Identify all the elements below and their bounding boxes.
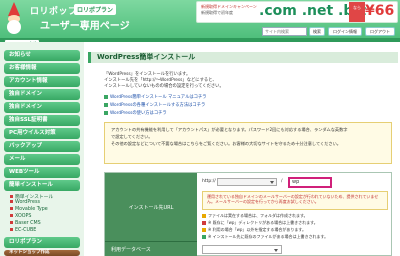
- bullet-icon: [10, 200, 13, 203]
- notice-box: アカウントの共有機能を利用して「アカウントパス」が必要となります。パスワード2回…: [104, 122, 392, 164]
- url-prefix: http://: [202, 179, 216, 184]
- header: ロリポップ! ロリポプラン ユーザー専用ページ 新規取得ドメインキャンペーン 新…: [0, 0, 400, 38]
- database-select[interactable]: [202, 245, 282, 254]
- sidebar-sub-movable-type[interactable]: Movable Type: [10, 207, 48, 212]
- install-url-label: インストール先URL: [105, 173, 197, 243]
- sidebar-item-domain-buy[interactable]: 独自ドメイン: [4, 89, 80, 100]
- promo-price: ¥66: [365, 3, 395, 19]
- url-slash: /: [281, 179, 283, 184]
- sidebar-item-easy-install[interactable]: 簡単インストール: [4, 180, 80, 191]
- sidebar-item-web-tools[interactable]: WEBツール: [4, 167, 80, 178]
- sidebar-sub-basercms[interactable]: Baser CMS: [10, 221, 41, 226]
- check-line: ※ 利用の場合「wp」以外を指定する場合があります。: [202, 227, 306, 233]
- link-arrow-icon: [104, 94, 108, 99]
- bullet-icon: [10, 214, 13, 217]
- login-info-button[interactable]: ログイン情報: [328, 27, 362, 36]
- page-title-banner: ユーザー専用ページ: [40, 21, 130, 32]
- sidebar-item-plan[interactable]: ロリポプラン: [4, 237, 80, 248]
- mascot-icon: [4, 2, 24, 36]
- install-methods-link[interactable]: WordPressの各種インストールする方法はコチラ: [104, 102, 205, 108]
- check-line: ※ インストール先に既存のファイルがある場合は上書きされます。: [202, 234, 328, 240]
- sidebar-item-ssl[interactable]: 独自SSL証明書: [4, 115, 80, 126]
- search-button[interactable]: 検索: [309, 27, 325, 36]
- notice-line: その他の設定などについて不要な場合はこちらをご覧ください。お客様の大切なサイトを…: [111, 141, 341, 146]
- warning-icon: [202, 228, 206, 232]
- sidebar-item-backup[interactable]: バックアップ: [4, 141, 80, 152]
- notice-line: で設定してください。: [111, 134, 153, 139]
- promo-banner[interactable]: 新規取得ドメインキャンペーン 新規取得で初年度 .com .net .biz な…: [196, 1, 398, 23]
- intro-line: インストールしていないものの場合の設定を行ってください。: [104, 84, 224, 89]
- ok-icon: [202, 235, 206, 239]
- check-line: ※ 既存に「wp」ディレクトリがある場合は上書きされます。: [202, 220, 318, 226]
- sidebar: お知らせ お客様情報 アカウント情報 独自ドメイン 独自ドメイン 独自SSL証明…: [0, 42, 84, 256]
- link-arrow-icon: [104, 102, 108, 107]
- main-content: WordPress簡単インストール 「WordPress」をインストールを行いま…: [88, 42, 398, 256]
- notice-line: アカウントの共有機能を利用して「アカウントパス」が必要となります。パスワード2回…: [111, 127, 348, 132]
- manual-link[interactable]: WordPress簡単インストール マニュアルはコチラ: [104, 94, 207, 100]
- bullet-icon: [10, 207, 13, 210]
- sidebar-sub-eccube[interactable]: EC-CUBE: [10, 228, 36, 233]
- error-icon: [202, 221, 206, 225]
- site-search-input[interactable]: [262, 27, 307, 36]
- bullet-icon: [10, 221, 13, 224]
- check-line: ファイルは実在する場合は、フォルダは作成されます。: [202, 213, 308, 219]
- plan-badge: ロリポプラン: [74, 4, 117, 15]
- db-label: 利用データベース: [105, 241, 197, 256]
- usage-link[interactable]: WordPressの使い方はコチラ: [104, 110, 167, 116]
- warning-icon: [202, 214, 206, 218]
- promo-tag: なら: [349, 2, 365, 22]
- domain-select[interactable]: [217, 178, 277, 186]
- sidebar-item-account[interactable]: アカウント情報: [4, 76, 80, 87]
- sidebar-item-customer[interactable]: お客様情報: [4, 63, 80, 74]
- sidebar-sub-easy-install[interactable]: 簡単インストール: [10, 193, 53, 200]
- bullet-icon: [10, 195, 13, 198]
- sidebar-sub-xoops[interactable]: XOOPS: [10, 214, 31, 219]
- sidebar-item-news[interactable]: お知らせ: [4, 50, 80, 61]
- install-form: インストール先URL 利用データベース http:// / wp 運用されている…: [104, 172, 392, 256]
- sidebar-item-domain[interactable]: 独自ドメイン: [4, 102, 80, 113]
- sidebar-item-netshop[interactable]: ネットショップ作成: [4, 250, 80, 256]
- logout-button[interactable]: ログアウト: [365, 27, 395, 36]
- sidebar-item-antivirus[interactable]: PC用ウイルス対策: [4, 128, 80, 139]
- bullet-icon: [10, 228, 13, 231]
- sidebar-item-mail[interactable]: メール: [4, 154, 80, 165]
- link-arrow-icon: [104, 110, 108, 115]
- warning-box: 運用されている独自ドメインのメールサーバーの設定が行われていないため、提供されて…: [202, 191, 388, 210]
- page-title: WordPress簡単インストール: [88, 52, 398, 63]
- promo-line-2: 新規取得で初年度: [201, 10, 233, 15]
- sidebar-sub-wordpress[interactable]: WordPress: [10, 200, 40, 205]
- install-path-input[interactable]: wp: [288, 177, 332, 188]
